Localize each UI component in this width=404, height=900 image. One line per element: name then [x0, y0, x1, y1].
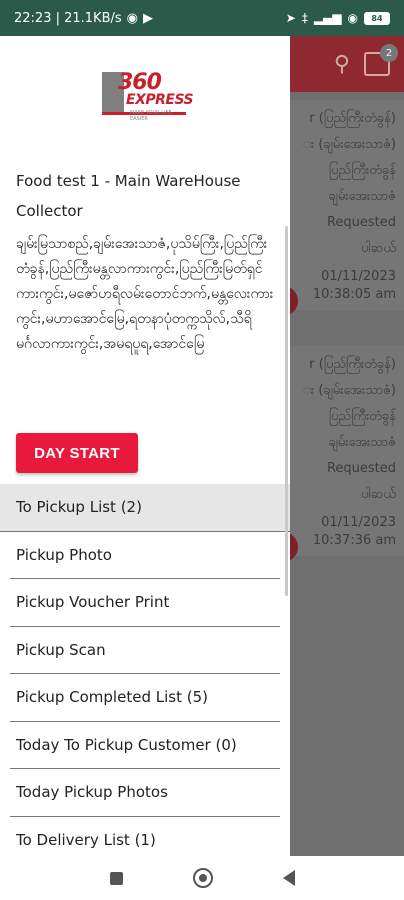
notification-badge: 2 [380, 44, 398, 62]
user-name: Food test 1 - Main WareHouse [16, 172, 241, 190]
notification-icon[interactable]: 2 [364, 44, 398, 76]
menu-item-to-pickup-list[interactable]: To Pickup List (2) [0, 484, 290, 532]
drawer-menu: To Pickup List (2) Pickup Photo Pickup V… [0, 484, 290, 856]
battery-icon: 84 [364, 11, 390, 25]
recent-apps-icon[interactable] [109, 871, 123, 885]
back-icon[interactable] [282, 870, 295, 886]
signal-icon: ▂▄▆ [313, 11, 342, 25]
card-line: ပြည်ကြီးတံခွန် [328, 409, 396, 424]
card-line: r (ပြည်ကြီးတံခွန်) [309, 111, 396, 126]
menu-item-to-delivery-list[interactable]: To Delivery List (1) [10, 817, 280, 857]
logo-brand: EXPRESS [126, 92, 194, 108]
play-icon: ▶ [143, 10, 153, 26]
logo-tagline: MAKE YOUR LIFE EASIER [130, 110, 172, 122]
card-line: း (ချမ်းအေးသာဇံ) [302, 137, 396, 152]
company-logo: 360 EXPRESS MAKE YOUR LIFE EASIER [102, 70, 194, 122]
background-app-bar: ⚲ 2 [284, 36, 404, 92]
card-line: း (ချမ်းအေးသာဇံ) [302, 383, 396, 398]
card-date: 01/11/2023 [321, 269, 396, 284]
menu-item-today-pickup-photos[interactable]: Today Pickup Photos [10, 769, 280, 817]
card-line: ပါဆယ် [361, 241, 396, 256]
system-nav-bar [0, 856, 404, 900]
card-line: r (ပြည်ကြီးတံခွန်) [309, 357, 396, 372]
menu-item-today-to-pickup-customer[interactable]: Today To Pickup Customer (0) [10, 722, 280, 769]
card-line: Requested [326, 461, 396, 476]
search-icon[interactable]: ⚲ [334, 52, 350, 77]
background-card[interactable]: r (ပြည်ကြီးတံခွန်) း (ချမ်းအေးသာဇံ) ပြည်… [280, 100, 404, 316]
message-icon: ◉ [126, 10, 138, 26]
location-icon: ➤ [285, 11, 296, 25]
status-bar: 22:23 | 21.1KB/s ◉ ▶ ➤ ‡ ▂▄▆ ◉ 84 [0, 0, 404, 36]
status-time: 22:23 | 21.1KB/s [14, 10, 122, 26]
card-line: ချမ်းအေးသာဇံ [328, 189, 396, 204]
menu-item-pickup-completed-list[interactable]: Pickup Completed List (5) [10, 674, 280, 722]
card-time: 10:38:05 am [312, 287, 396, 302]
background-card[interactable]: r (ပြည်ကြီးတံခွန်) း (ချမ်းအေးသာဇံ) ပြည်… [280, 346, 404, 562]
day-start-button[interactable]: DAY START [16, 433, 138, 473]
home-icon[interactable] [192, 868, 213, 888]
wifi-icon: ◉ [347, 11, 358, 25]
menu-item-pickup-voucher-print[interactable]: Pickup Voucher Print [10, 579, 280, 627]
card-line: ပြည်ကြီးတံခွန် [328, 163, 396, 178]
user-role: Collector [16, 202, 83, 220]
navigation-drawer: 360 EXPRESS MAKE YOUR LIFE EASIER Food t… [0, 36, 290, 856]
menu-item-pickup-photo[interactable]: Pickup Photo [10, 532, 280, 579]
bluetooth-icon: ‡ [301, 11, 308, 25]
user-info: Food test 1 - Main WareHouse Collector [16, 166, 276, 226]
menu-item-pickup-scan[interactable]: Pickup Scan [10, 627, 280, 674]
drawer-scrollbar[interactable] [285, 226, 288, 596]
card-line: Requested [326, 215, 396, 230]
card-line: ချမ်းအေးသာဇံ [328, 435, 396, 450]
card-time: 10:37:36 am [312, 533, 396, 548]
card-date: 01/11/2023 [321, 515, 396, 530]
card-line: ပါဆယ် [361, 487, 396, 502]
